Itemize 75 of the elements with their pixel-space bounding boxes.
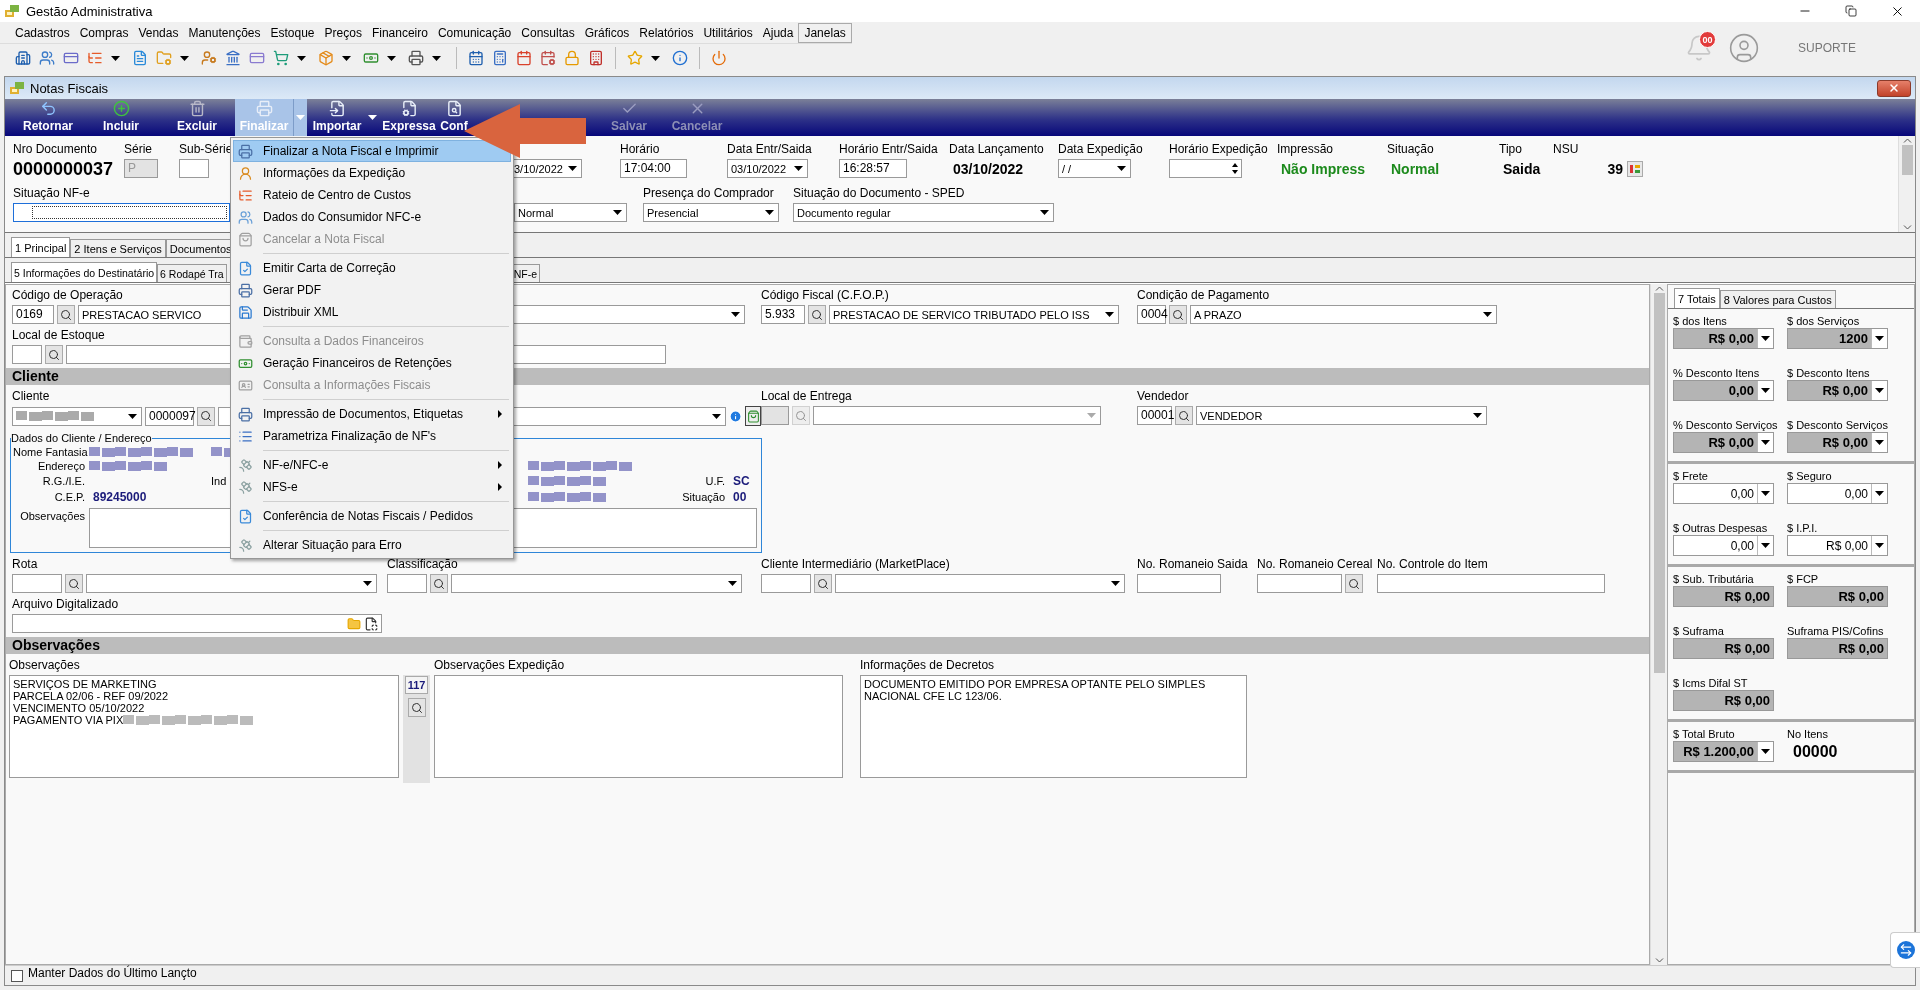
field-value: 00 bbox=[732, 490, 748, 504]
field-label: Situação NF-e bbox=[13, 186, 90, 200]
field-label: Endereço bbox=[36, 460, 86, 472]
field-label: Código de Operação bbox=[12, 288, 123, 302]
field-value: 89245000 bbox=[92, 490, 148, 504]
checkbox-label: Manter Dados do Último Lançto bbox=[28, 966, 197, 980]
field-label: Série bbox=[124, 142, 152, 156]
field-label: Ind bbox=[211, 475, 227, 487]
section-header: Observações bbox=[6, 637, 1649, 654]
field-label: Local de Estoque bbox=[12, 328, 105, 342]
field-label: Situação do Documento - SPED bbox=[793, 186, 965, 200]
field-label: Nome Fantasia bbox=[13, 446, 89, 458]
user-name: SUPORTE bbox=[1797, 41, 1857, 55]
field-label: $ Desconto Itens bbox=[1787, 366, 1871, 380]
field-label: No. Controle do Item bbox=[1377, 557, 1488, 571]
field-label: Vendedor bbox=[1137, 389, 1189, 403]
field-label: Cliente Intermediário (MarketPlace) bbox=[761, 557, 950, 571]
field-label: $ Sub. Tributária bbox=[1673, 572, 1755, 586]
field-value: Saida bbox=[1502, 160, 1542, 179]
field-label: Presença do Comprador bbox=[643, 186, 774, 200]
field-label: $ FCP bbox=[1787, 572, 1820, 586]
field-label: $ Suframa bbox=[1673, 624, 1725, 638]
field-label: $ Icms Difal ST bbox=[1673, 676, 1749, 690]
field-label: Horário Entr/Saida bbox=[839, 142, 938, 156]
app-title: Gestão Administrativa bbox=[26, 3, 153, 19]
field-label: $ I.P.I. bbox=[1787, 521, 1819, 535]
nsu-value: 39 bbox=[1606, 160, 1623, 179]
field-label: Local de Entrega bbox=[761, 389, 852, 403]
field-label: Informações de Decretos bbox=[860, 658, 995, 672]
field-label: $ Outras Despesas bbox=[1673, 521, 1769, 535]
field-label: Classificação bbox=[387, 557, 458, 571]
field-label: % Desconto Itens bbox=[1673, 366, 1761, 380]
field-label: NSU bbox=[1553, 142, 1579, 156]
field-label: Observações bbox=[19, 509, 86, 522]
field-label: Impressão bbox=[1277, 142, 1334, 156]
field-label: No. Romaneio Cereal bbox=[1257, 557, 1373, 571]
field-label: Código Fiscal (C.F.O.P.) bbox=[761, 288, 889, 302]
field-label: Data Entr/Saida bbox=[727, 142, 812, 156]
field-label: $ Desconto Serviços bbox=[1787, 418, 1889, 432]
field-label: No Itens bbox=[1787, 727, 1829, 741]
field-label: Horário Expedição bbox=[1169, 142, 1268, 156]
field-label: Observações bbox=[9, 658, 80, 672]
field-label: Tipo bbox=[1499, 142, 1522, 156]
field-label: Condição de Pagamento bbox=[1137, 288, 1270, 302]
field-label: Rota bbox=[12, 557, 38, 571]
field-label: R.G./I.E. bbox=[41, 475, 86, 487]
field-label: C.E.P. bbox=[53, 491, 86, 503]
group-title: Dados do Cliente / Endereço bbox=[11, 432, 152, 444]
document-number: 0000000037 bbox=[13, 159, 115, 179]
field-label: Horário bbox=[620, 142, 660, 156]
field-label: Observações Expedição bbox=[434, 658, 565, 672]
field-label: $ Seguro bbox=[1787, 469, 1833, 483]
item-count: 00000 bbox=[1792, 742, 1839, 761]
field-label: Sub-Série bbox=[179, 142, 233, 156]
status-value: Não Impress bbox=[1280, 160, 1367, 179]
field-label: Situação bbox=[1387, 142, 1434, 156]
field-label: Data Expedição bbox=[1058, 142, 1143, 156]
field-label: Suframa PIS/Cofins bbox=[1787, 624, 1885, 638]
field-label: U.F. bbox=[704, 475, 726, 487]
field-label: Nro Documento bbox=[13, 142, 98, 156]
notification-count: 00 bbox=[1699, 31, 1716, 48]
window-title: Notas Fiscais bbox=[30, 80, 109, 96]
field-label: $ dos Itens bbox=[1673, 314, 1728, 328]
field-value: 03/10/2022 bbox=[952, 160, 1025, 179]
status-value: Normal bbox=[1390, 160, 1441, 179]
field-label: No. Romaneio Saida bbox=[1137, 557, 1248, 571]
field-label: % Desconto Serviços bbox=[1673, 418, 1779, 432]
field-label: Data Lançamento bbox=[949, 142, 1044, 156]
field-label: Cliente bbox=[12, 389, 50, 403]
field-label: $ Frete bbox=[1673, 469, 1709, 483]
field-label: Arquivo Digitalizado bbox=[12, 597, 119, 611]
field-label: $ dos Serviços bbox=[1787, 314, 1861, 328]
field-value: SC bbox=[732, 474, 751, 488]
field-label: $ Total Bruto bbox=[1673, 727, 1736, 741]
field-label: Situação bbox=[681, 491, 726, 503]
